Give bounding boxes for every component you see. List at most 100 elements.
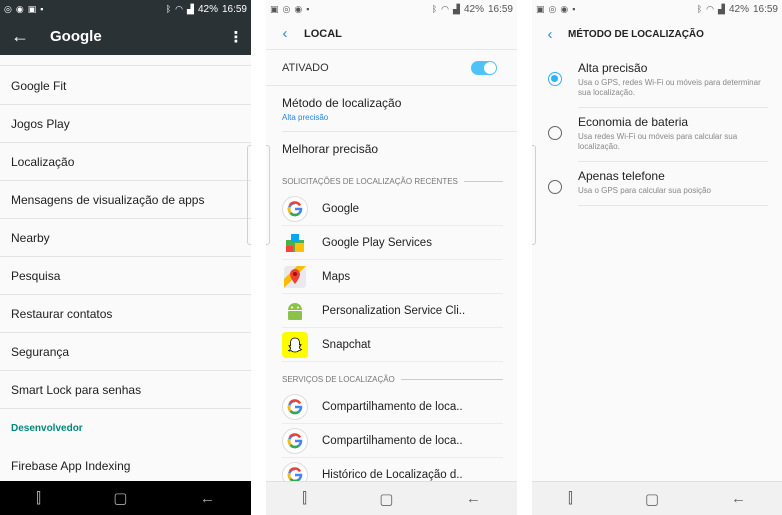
settings-list: Google Fit Jogos Play Localização Mensagens… (0, 67, 251, 485)
method-options: Alta precisão Usa o GPS, redes Wi-Fi ou m… (532, 54, 782, 206)
home-icon[interactable]: ▢ (113, 489, 127, 507)
app-label: Personalization Service Cli.. (322, 304, 466, 317)
improve-accuracy-item[interactable]: Melhorar precisão (282, 134, 517, 164)
page-title: MÉTODO DE LOCALIZAÇÃO (568, 28, 704, 40)
settings-item[interactable]: Smart Lock para senhas (0, 371, 251, 409)
settings-item[interactable]: Firebase App Indexing (0, 447, 251, 485)
gallery-icon: ▣ (27, 3, 37, 14)
google-icon (282, 393, 308, 420)
section-header: Desenvolvedor (11, 422, 83, 434)
recent-apps-icon[interactable]: ⫿ (36, 490, 41, 507)
settings-item[interactable]: Nearby (0, 219, 251, 257)
signal-icon: ▟ (187, 3, 194, 14)
settings-item[interactable]: Pesquisa (0, 257, 251, 295)
skype-icon: ◉ (15, 3, 24, 14)
gallery-icon: ▣ (536, 3, 545, 14)
option-title: Alta precisão (578, 61, 648, 75)
recent-apps-icon[interactable]: ⫿ (302, 490, 307, 507)
radio-button[interactable] (548, 72, 562, 86)
settings-item[interactable]: Segurança (0, 333, 251, 371)
edge-panel-handle[interactable] (532, 145, 536, 245)
location-method-item[interactable]: Método de localização Alta precisão (282, 88, 517, 132)
app-list-item[interactable]: Maps (282, 260, 503, 294)
back-icon[interactable]: ← (466, 490, 481, 507)
option-description: Usa redes Wi-Fi ou móveis para calcular … (578, 132, 738, 151)
skype-icon: ◉ (560, 3, 569, 14)
app-list-item[interactable]: Compartilhamento de loca.. (282, 390, 503, 424)
settings-item[interactable]: Jogos Play (0, 105, 251, 143)
battery-level: 42% (197, 3, 218, 15)
back-arrow-icon[interactable]: ← (0, 26, 40, 47)
home-icon[interactable]: ▢ (379, 490, 393, 508)
option-description: Usa o GPS, redes Wi-Fi ou móveis para de… (578, 78, 761, 97)
clock: 16:59 (752, 3, 778, 15)
status-bar: ◎ ◉ ▣ ▪ ᛒ ◠ ▟ 42% 16:59 (0, 0, 251, 18)
snapchat-icon (282, 331, 308, 358)
signal-icon: ▟ (453, 3, 460, 14)
back-icon[interactable]: ← (731, 490, 746, 507)
app-list-item[interactable]: Snapchat (282, 328, 503, 362)
app-label: Google Play Services (322, 236, 432, 249)
location-switch[interactable] (471, 60, 497, 75)
method-option[interactable]: Economia de bateria Usa redes Wi-Fi ou mó… (532, 108, 782, 162)
settings-item[interactable]: Localização (0, 143, 251, 181)
app-label: Compartilhamento de loca.. (322, 400, 463, 413)
method-value: Alta precisão (282, 113, 329, 122)
separator (517, 0, 532, 515)
app-list-item[interactable]: Compartilhamento de loca.. (282, 424, 503, 458)
navigation-bar: ⫿ ▢ ← (266, 481, 517, 515)
back-chevron-icon[interactable]: ‹ (266, 25, 304, 42)
app-bar: ← Google ⋮ (0, 18, 251, 55)
settings-item[interactable]: Restaurar contatos (0, 295, 251, 333)
location-panel: ▣ ◎ ◉ ▪ ᛒ ◠ ▟ 42% 16:59 ‹ LOCAL ATIVADO Método … (266, 0, 517, 515)
image-icon: ▪ (572, 3, 576, 14)
app-list-item[interactable]: Google (282, 192, 503, 226)
page-title: LOCAL (304, 27, 342, 40)
clock: 16:59 (487, 3, 513, 15)
app-label: Maps (322, 270, 351, 283)
section-label: SOLICITAÇÕES DE LOCALIZAÇÃO RECENTES (282, 177, 458, 186)
method-option[interactable]: Apenas telefone Usa o GPS para calcular s… (532, 162, 782, 206)
location-method-panel: ▣ ◎ ◉ ▪ ᛒ ◠ ▟ 42% 16:59 ‹ MÉTODO DE LOCALIZAÇÃO… (532, 0, 782, 515)
section-label: SERVIÇOS DE LOCALIZAÇÃO (282, 375, 395, 384)
location-services-header: SERVIÇOS DE LOCALIZAÇÃO (282, 375, 503, 384)
wifi-icon: ◠ (441, 3, 450, 14)
home-icon[interactable]: ▢ (645, 490, 659, 508)
image-icon: ▪ (306, 3, 310, 14)
edge-panel-handle[interactable] (266, 145, 270, 245)
radio-button[interactable] (548, 126, 562, 140)
separator (251, 0, 266, 515)
back-icon[interactable]: ← (200, 490, 215, 507)
header: ‹ MÉTODO DE LOCALIZAÇÃO (532, 18, 782, 50)
app-label: Compartilhamento de loca.. (322, 434, 463, 447)
status-bar: ▣ ◎ ◉ ▪ ᛒ ◠ ▟ 42% 16:59 (532, 0, 782, 18)
app-list-item[interactable]: Personalization Service Cli.. (282, 294, 503, 328)
back-chevron-icon[interactable]: ‹ (532, 26, 568, 43)
method-option[interactable]: Alta precisão Usa o GPS, redes Wi-Fi ou m… (532, 54, 782, 108)
settings-item[interactable]: Mensagens de visualização de apps (0, 181, 251, 219)
wifi-icon: ◠ (706, 3, 715, 14)
android-icon (282, 298, 308, 324)
method-title: Método de localização (282, 96, 402, 110)
divider (0, 65, 251, 66)
app-label: Google (322, 202, 360, 215)
option-text: Alta precisão Usa o GPS, redes Wi-Fi ou m… (578, 54, 768, 108)
navigation-bar: ⫿ ▢ ← (0, 481, 251, 515)
radio-button[interactable] (548, 180, 562, 194)
location-toggle-row[interactable]: ATIVADO (266, 50, 517, 86)
location-services-list: Compartilhamento de loca.. Compartilhamen… (282, 390, 503, 492)
app-list-item[interactable]: Google Play Services (282, 226, 503, 260)
option-text: Apenas telefone Usa o GPS para calcular s… (578, 162, 768, 206)
google-icon (282, 195, 308, 222)
maps-icon (282, 264, 308, 290)
google-icon (282, 427, 308, 454)
signal-icon: ▟ (718, 3, 725, 14)
settings-item[interactable]: Google Fit (0, 67, 251, 105)
bluetooth-icon: ᛒ (431, 4, 438, 14)
status-bar: ▣ ◎ ◉ ▪ ᛒ ◠ ▟ 42% 16:59 (266, 0, 517, 18)
recent-apps-icon[interactable]: ⫿ (568, 490, 573, 507)
battery-level: 42% (463, 3, 484, 15)
more-options-icon[interactable]: ⋮ (221, 28, 251, 46)
image-icon: ▪ (40, 3, 44, 14)
bluetooth-icon: ᛒ (696, 4, 703, 14)
